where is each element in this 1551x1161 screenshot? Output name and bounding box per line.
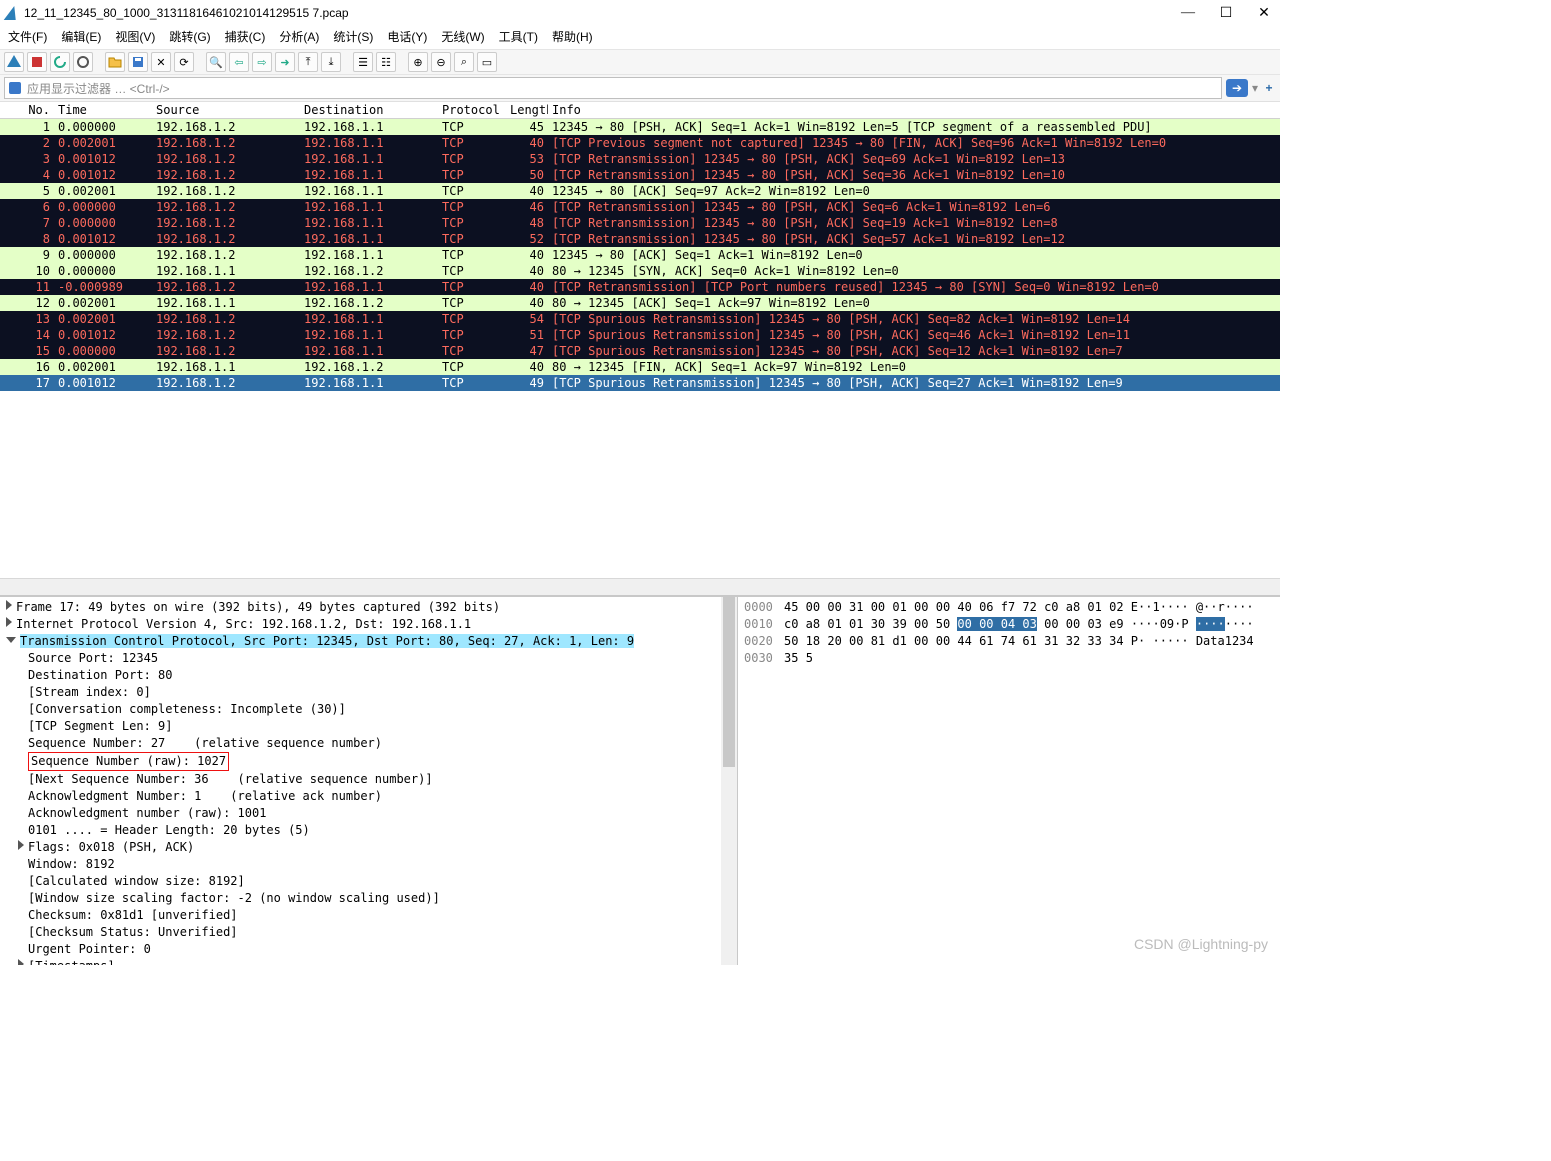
go-forward-icon[interactable]: ⇨ [252,52,272,72]
hex-line[interactable]: 000045 00 00 31 00 01 00 00 40 06 f7 72 … [744,599,1274,616]
tree-timestamps[interactable]: [Timestamps] [0,958,737,965]
packet-row[interactable]: 150.000000192.168.1.2192.168.1.1TCP47[TC… [0,343,1280,359]
packet-row[interactable]: 10.000000192.168.1.2192.168.1.1TCP451234… [0,119,1280,135]
find-icon[interactable]: 🔍 [206,52,226,72]
menu-item-3[interactable]: 跳转(G) [169,28,210,45]
zoom-in-icon[interactable]: ⊕ [408,52,428,72]
menu-item-6[interactable]: 统计(S) [333,28,373,45]
window-title: 12_11_12345_80_1000_31311816461021014129… [24,6,1178,20]
packet-list[interactable]: 10.000000192.168.1.2192.168.1.1TCP451234… [0,119,1280,405]
menu-item-0[interactable]: 文件(F) [8,28,47,45]
tree-item[interactable]: Window: 8192 [0,856,737,873]
packet-list-header[interactable]: No. Time Source Destination Protocol Len… [0,102,1280,119]
menu-item-4[interactable]: 捕获(C) [225,28,266,45]
tree-item[interactable]: Sequence Number: 27 (relative sequence n… [0,735,737,752]
packet-row[interactable]: 50.002001192.168.1.2192.168.1.1TCP401234… [0,183,1280,199]
tree-item[interactable]: Source Port: 12345 [0,650,737,667]
packet-row[interactable]: 60.000000192.168.1.2192.168.1.1TCP46[TCP… [0,199,1280,215]
tree-item[interactable]: [Checksum Status: Unverified] [0,924,737,941]
tree-item[interactable]: [Next Sequence Number: 36 (relative sequ… [0,771,737,788]
packet-row[interactable]: 170.001012192.168.1.2192.168.1.1TCP49[TC… [0,375,1280,391]
packet-row[interactable]: 160.002001192.168.1.1192.168.1.2TCP4080 … [0,359,1280,375]
tree-item[interactable]: [TCP Segment Len: 9] [0,718,737,735]
reload-icon[interactable]: ⟳ [174,52,194,72]
tree-seq-raw[interactable]: Sequence Number (raw): 1027 [0,752,737,771]
packet-row[interactable]: 40.001012192.168.1.2192.168.1.1TCP50[TCP… [0,167,1280,183]
hex-line[interactable]: 0010c0 a8 01 01 30 39 00 50 00 00 04 03 … [744,616,1274,633]
menu-item-10[interactable]: 帮助(H) [552,28,593,45]
first-packet-icon[interactable]: ⤒ [298,52,318,72]
add-filter-button[interactable]: + [1262,81,1276,95]
tree-item[interactable]: Destination Port: 80 [0,667,737,684]
menu-item-7[interactable]: 电话(Y) [387,28,427,45]
packet-row[interactable]: 11-0.000989192.168.1.2192.168.1.1TCP40[T… [0,279,1280,295]
menu-item-1[interactable]: 编辑(E) [61,28,101,45]
packet-row[interactable]: 90.000000192.168.1.2192.168.1.1TCP401234… [0,247,1280,263]
packet-row[interactable]: 120.002001192.168.1.1192.168.1.2TCP4080 … [0,295,1280,311]
menu-item-5[interactable]: 分析(A) [279,28,319,45]
hex-line[interactable]: 003035 5 [744,650,1274,667]
tree-item[interactable]: [Conversation completeness: Incomplete (… [0,701,737,718]
zoom-out-icon[interactable]: ⊖ [431,52,451,72]
display-filter-input[interactable]: 应用显示过滤器 … <Ctrl-/> [4,77,1222,99]
go-to-icon[interactable]: ➜ [275,52,295,72]
open-file-icon[interactable] [105,52,125,72]
tree-item[interactable]: Acknowledgment Number: 1 (relative ack n… [0,788,737,805]
tree-item[interactable]: Acknowledgment number (raw): 1001 [0,805,737,822]
menu-item-2[interactable]: 视图(V) [115,28,155,45]
app-icon [4,6,21,20]
tree-tcp[interactable]: Transmission Control Protocol, Src Port:… [0,633,737,650]
tree-frame[interactable]: Frame 17: 49 bytes on wire (392 bits), 4… [0,599,737,616]
auto-scroll-icon[interactable]: ☰ [353,52,373,72]
close-file-icon[interactable]: ✕ [151,52,171,72]
tree-item[interactable]: [Window size scaling factor: -2 (no wind… [0,890,737,907]
zoom-reset-icon[interactable]: ⌕ [454,52,474,72]
packet-row[interactable]: 20.002001192.168.1.2192.168.1.1TCP40[TCP… [0,135,1280,151]
resize-columns-icon[interactable]: ▭ [477,52,497,72]
go-back-icon[interactable]: ⇦ [229,52,249,72]
packet-bytes[interactable]: 000045 00 00 31 00 01 00 00 40 06 f7 72 … [738,597,1280,965]
close-button[interactable]: ✕ [1254,5,1274,22]
packet-details-tree[interactable]: Frame 17: 49 bytes on wire (392 bits), 4… [0,597,738,965]
tree-ip[interactable]: Internet Protocol Version 4, Src: 192.16… [0,616,737,633]
bookmark-icon[interactable] [9,82,21,94]
menu-item-8[interactable]: 无线(W) [441,28,484,45]
save-file-icon[interactable] [128,52,148,72]
menu-item-9[interactable]: 工具(T) [499,28,538,45]
watermark: CSDN @Lightning-py [1134,936,1268,952]
packet-row[interactable]: 30.001012192.168.1.2192.168.1.1TCP53[TCP… [0,151,1280,167]
apply-filter-button[interactable]: ➔ [1226,79,1248,97]
colorize-icon[interactable]: ☷ [376,52,396,72]
packet-row[interactable]: 80.001012192.168.1.2192.168.1.1TCP52[TCP… [0,231,1280,247]
filter-placeholder: 应用显示过滤器 … <Ctrl-/> [27,80,170,97]
tree-item[interactable]: [Stream index: 0] [0,684,737,701]
options-icon[interactable] [73,52,93,72]
packet-row[interactable]: 140.001012192.168.1.2192.168.1.1TCP51[TC… [0,327,1280,343]
packet-row[interactable]: 100.000000192.168.1.1192.168.1.2TCP4080 … [0,263,1280,279]
tree-item[interactable]: 0101 .... = Header Length: 20 bytes (5) [0,822,737,839]
last-packet-icon[interactable]: ⤓ [321,52,341,72]
packet-row[interactable]: 130.002001192.168.1.2192.168.1.1TCP54[TC… [0,311,1280,327]
hex-line[interactable]: 002050 18 20 00 81 d1 00 00 44 61 74 61 … [744,633,1274,650]
stop-capture-icon[interactable] [27,52,47,72]
main-toolbar: ✕ ⟳ 🔍 ⇦ ⇨ ➜ ⤒ ⤓ ☰ ☷ ⊕ ⊖ ⌕ ▭ [0,49,1280,75]
packet-row[interactable]: 70.000000192.168.1.2192.168.1.1TCP48[TCP… [0,215,1280,231]
maximize-button[interactable]: ☐ [1216,5,1236,22]
tree-flags[interactable]: Flags: 0x018 (PSH, ACK) [0,839,737,856]
tree-item[interactable]: [Calculated window size: 8192] [0,873,737,890]
tree-item[interactable]: Urgent Pointer: 0 [0,941,737,958]
restart-capture-icon[interactable] [50,52,70,72]
minimize-button[interactable]: — [1178,5,1198,22]
packet-list-blank [0,405,1280,596]
start-capture-icon[interactable] [4,52,24,72]
tree-item[interactable]: Checksum: 0x81d1 [unverified] [0,907,737,924]
